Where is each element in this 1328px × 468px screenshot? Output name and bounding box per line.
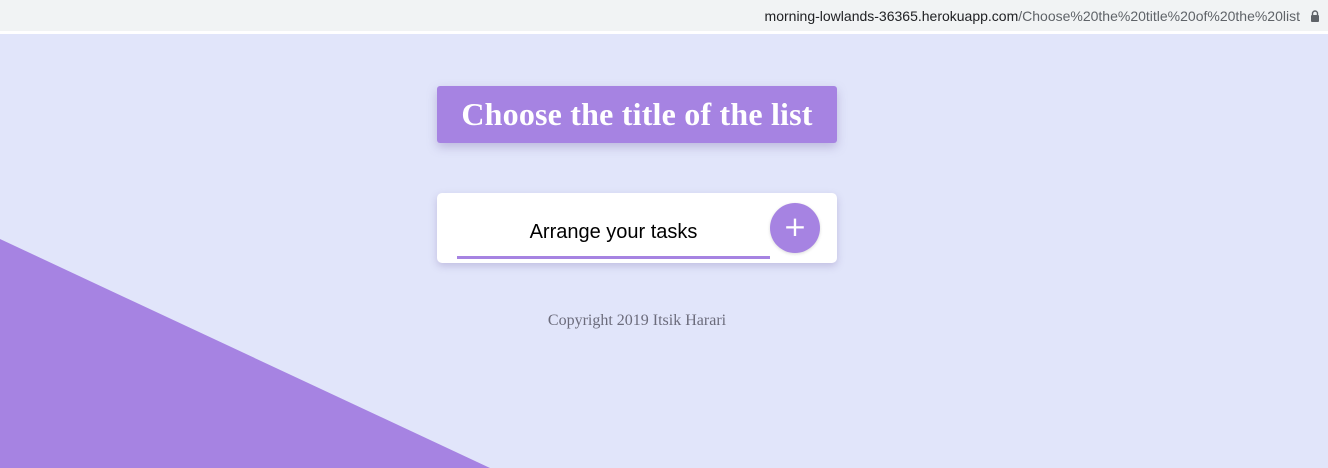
address-bar[interactable]: morning-lowlands-36365.herokuapp.com/Cho… — [0, 0, 1328, 34]
title-banner: Choose the title of the list — [437, 86, 837, 143]
url-host: morning-lowlands-36365.herokuapp.com — [764, 7, 1019, 24]
page-title: Choose the title of the list — [461, 96, 813, 132]
copyright-footer: Copyright 2019 Itsik Harari — [547, 312, 727, 329]
plus-icon: + — [783, 209, 807, 243]
add-button[interactable]: + — [770, 203, 820, 253]
url-path: /Choose%20the%20title%20of%20the%20list — [1018, 7, 1300, 24]
add-task-form: + — [437, 193, 837, 263]
lock-icon[interactable] — [1310, 9, 1320, 22]
task-input[interactable] — [457, 209, 770, 259]
